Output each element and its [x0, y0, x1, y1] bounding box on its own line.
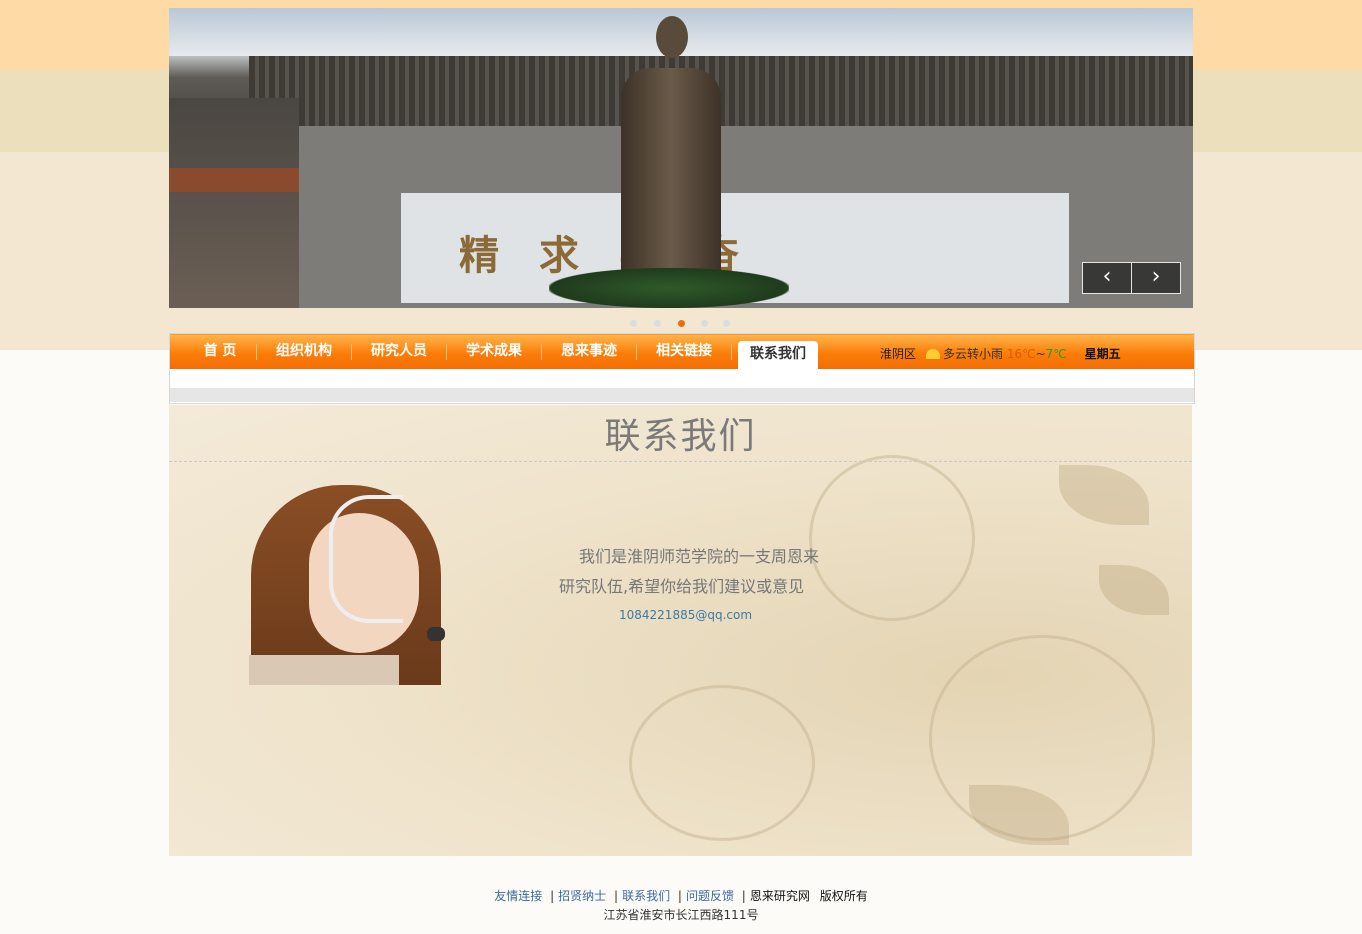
weather-tilde: ~ [1035, 347, 1046, 361]
page-title: 联系我们 [604, 416, 757, 457]
footer-link-contact[interactable]: 联系我们 [622, 889, 670, 903]
footer-separator: | [741, 889, 746, 903]
slide-dot-4[interactable] [701, 320, 708, 327]
nav-item-achievements[interactable]: 学术成果 [455, 335, 533, 369]
contact-email-link[interactable]: 1084221885@qq.com [619, 608, 752, 622]
main-navigation: 首 页 组织机构 研究人员 学术成果 恩来事迹 相关链接 联系我们 淮阴区 多云转… [169, 333, 1195, 404]
slide-dot-3-active[interactable] [678, 320, 685, 327]
chevron-left-icon: ‹ [1102, 264, 1112, 289]
contact-content-panel: 联系我们 我们是淮阴师范学院的一支周恩来 研究队伍,希望你给我们建议或意见 10… [169, 405, 1192, 856]
slide-dot-2[interactable] [654, 320, 661, 327]
banner-palm [549, 268, 789, 308]
nav-item-organization[interactable]: 组织机构 [265, 335, 343, 369]
decor-flower [809, 455, 975, 621]
footer-separator: | [614, 889, 619, 903]
slide-dot-1[interactable] [630, 320, 637, 327]
weather-widget: 淮阴区 多云转小雨 16℃~7℃ 星期五 [880, 345, 1121, 362]
banner-pavilion-roof [169, 168, 299, 192]
slide-dot-5[interactable] [723, 320, 730, 327]
nav-bar: 首 页 组织机构 研究人员 学术成果 恩来事迹 相关链接 联系我们 淮阴区 多云转… [170, 334, 1194, 369]
footer-rights: 版权所有 [819, 889, 868, 903]
footer-link-feedback[interactable]: 问题反馈 [686, 889, 734, 903]
intro-text-line2: 研究队伍,希望你给我们建议或意见 [559, 577, 805, 596]
footer-link-recruit[interactable]: 招贤纳士 [558, 889, 606, 903]
weather-condition: 多云转小雨 [943, 347, 1004, 361]
banner-slideshow: 精求学奋 [169, 8, 1193, 308]
footer-links: 友情连接 | 招贤纳士 | 联系我们 | 问题反馈 | 恩来研究网 版权所有 [0, 887, 1362, 904]
footer-separator: | [550, 889, 555, 903]
partly-cloudy-icon [926, 349, 941, 359]
headset-icon [329, 495, 403, 623]
chevron-right-icon: › [1151, 264, 1161, 289]
nav-separator [731, 344, 732, 360]
nav-item-enlai-deeds[interactable]: 恩来事迹 [550, 335, 628, 369]
statue-head [656, 16, 688, 58]
decor-flower [629, 685, 815, 841]
nav-separator [256, 344, 257, 360]
slideshow-next-button[interactable]: › [1131, 262, 1181, 294]
banner-roof [249, 56, 1193, 126]
nav-separator [446, 344, 447, 360]
slideshow-prev-button[interactable]: ‹ [1082, 262, 1132, 294]
nav-sub-bar [170, 388, 1194, 402]
weather-weekday: 星期五 [1084, 347, 1121, 361]
nav-item-related-links[interactable]: 相关链接 [645, 335, 723, 369]
banner-pavilion [169, 98, 299, 308]
footer-link-friends[interactable]: 友情连接 [494, 889, 542, 903]
title-divider [169, 461, 1192, 462]
customer-service-image [249, 485, 449, 685]
nav-item-researchers[interactable]: 研究人员 [360, 335, 438, 369]
microphone-icon [427, 627, 445, 641]
nav-separator [351, 344, 352, 360]
nav-item-contact-us[interactable]: 联系我们 [738, 341, 818, 369]
nav-separator [541, 344, 542, 360]
intro-text-line1: 我们是淮阴师范学院的一支周恩来 [579, 547, 820, 566]
weather-low-temp: 7℃ [1045, 347, 1067, 361]
footer-separator: | [677, 889, 682, 903]
weather-area: 淮阴区 [880, 347, 917, 361]
nav-separator [636, 344, 637, 360]
weather-high-temp: 16℃ [1006, 347, 1036, 361]
agent-shoulder [249, 655, 399, 685]
footer-site-name: 恩来研究网 [749, 889, 810, 903]
nav-item-home[interactable]: 首 页 [190, 335, 250, 369]
footer-address: 江苏省淮安市长江西路111号 [603, 908, 759, 922]
